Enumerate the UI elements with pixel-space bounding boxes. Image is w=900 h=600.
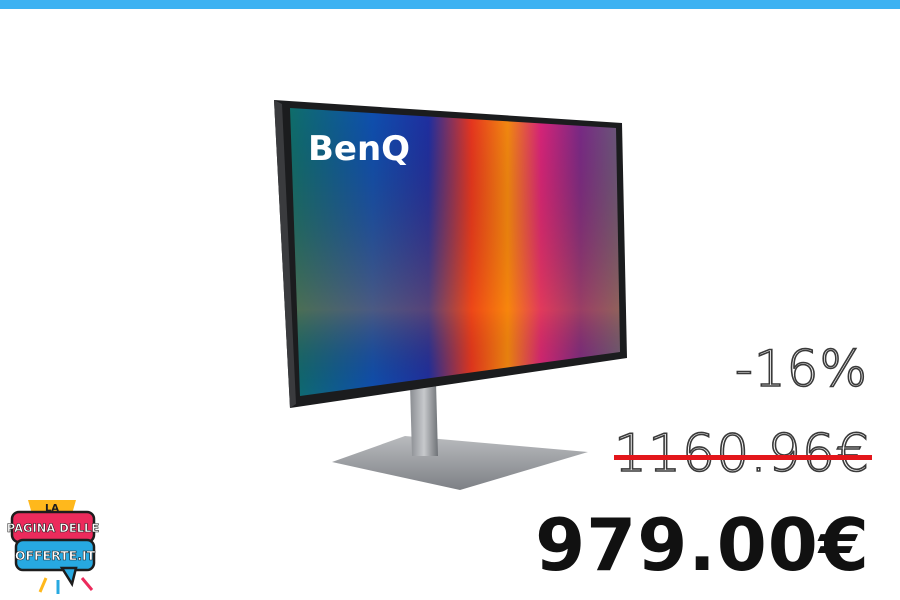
monitor-image: BenQ [274,100,627,490]
strikethrough-line [614,455,872,460]
logo-line-3: OFFERTE.IT [15,548,96,563]
logo-line-2: PAGINA DELLE [7,521,100,535]
new-price: 979.00€ [535,503,870,587]
screen-brand-text: BenQ [308,129,410,169]
monitor-base [332,436,588,490]
logo-spark-1 [38,577,48,593]
discount-percent: -16% [734,339,868,399]
logo-spark-3 [80,577,94,591]
site-logo: LA PAGINA DELLE OFFERTE.IT [6,500,100,594]
logo-line-1: LA [45,503,59,514]
top-accent-bar [0,0,900,9]
old-price: 1160.96€ [613,423,870,485]
monitor-neck [410,382,438,456]
logo-speech-tail [59,566,78,588]
